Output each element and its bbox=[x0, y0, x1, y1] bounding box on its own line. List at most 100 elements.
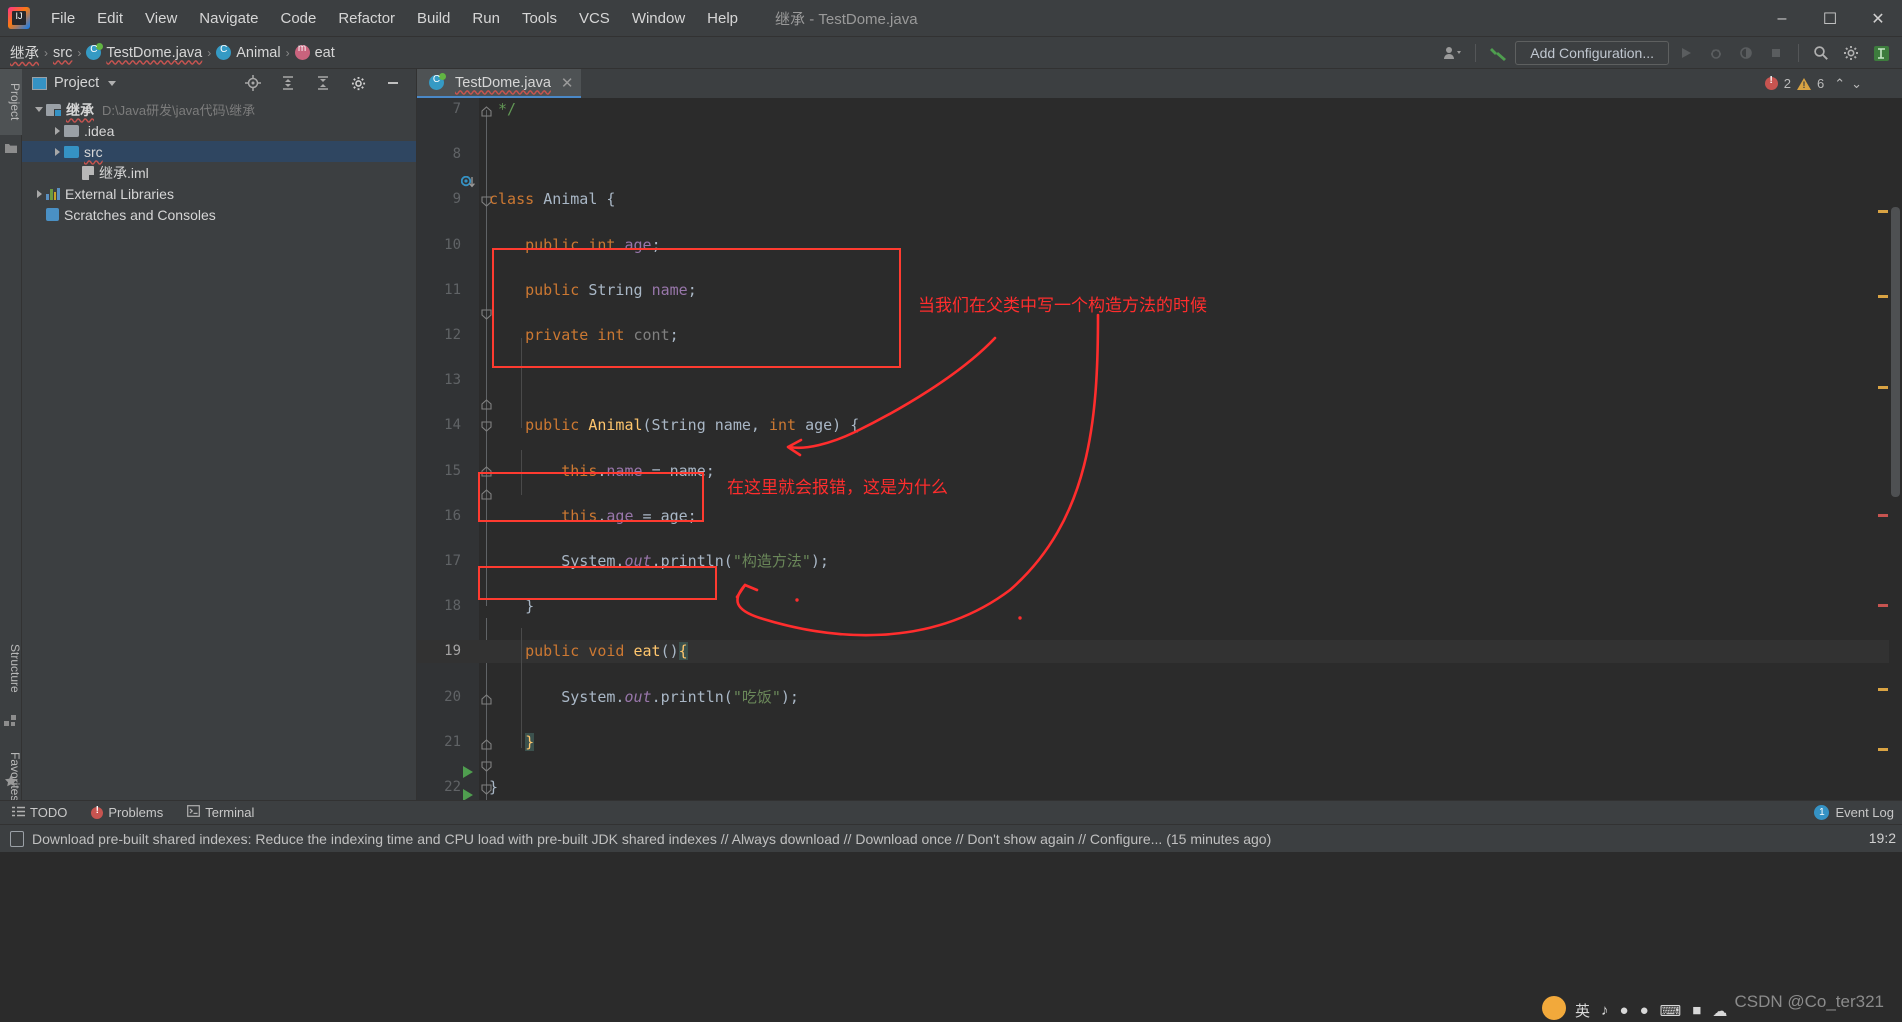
breadcrumb-item-1[interactable]: src bbox=[53, 45, 72, 61]
gear-icon[interactable] bbox=[345, 71, 371, 95]
prev-problem-icon[interactable]: ⌃ bbox=[1834, 76, 1845, 92]
error-stripe[interactable] bbox=[1878, 514, 1888, 517]
menu-item-run[interactable]: Run bbox=[461, 6, 511, 31]
window-title: 继承 - TestDome.java bbox=[775, 10, 918, 28]
menu-item-vcs[interactable]: VCS bbox=[568, 6, 621, 31]
implementation-gutter-icon[interactable] bbox=[460, 175, 475, 190]
sidebar-item-project[interactable]: Project bbox=[0, 69, 22, 135]
breadcrumb-item-2[interactable]: TestDome.java bbox=[86, 43, 202, 61]
line-number: 14 bbox=[444, 417, 461, 434]
scratches-icon bbox=[46, 208, 59, 221]
chevron-right-icon[interactable] bbox=[50, 124, 64, 138]
code-line-13[interactable]: 13 bbox=[417, 369, 1902, 392]
code-line-8[interactable]: 8 bbox=[417, 143, 1902, 166]
editor-scrollbar[interactable] bbox=[1889, 127, 1902, 800]
stop-icon[interactable] bbox=[1763, 41, 1789, 65]
line-number: 11 bbox=[444, 281, 461, 298]
code-line-19[interactable]: 19 public void eat(){ bbox=[417, 640, 1902, 663]
run-icon[interactable] bbox=[1673, 41, 1699, 65]
status-bar-message[interactable]: Download pre-built shared indexes: Reduc… bbox=[32, 831, 1271, 847]
error-stripe-2[interactable] bbox=[1878, 604, 1888, 607]
minimize-button[interactable]: – bbox=[1758, 0, 1806, 37]
line-source: } bbox=[525, 732, 535, 751]
menu-item-refactor[interactable]: Refactor bbox=[327, 6, 406, 31]
ime-key-3[interactable]: ● bbox=[1640, 1002, 1649, 1019]
chevron-right-icon[interactable] bbox=[50, 145, 64, 159]
ime-key-4[interactable]: ⌨ bbox=[1660, 1002, 1682, 1020]
menu-item-file[interactable]: File bbox=[40, 6, 86, 31]
warning-stripe-3[interactable] bbox=[1878, 386, 1888, 389]
ime-key-6[interactable]: ☁ bbox=[1712, 1002, 1727, 1020]
tool-button-problems[interactable]: Problems bbox=[79, 801, 175, 825]
code-line-21[interactable]: 21 } bbox=[417, 731, 1902, 754]
status-bar: Download pre-built shared indexes: Reduc… bbox=[0, 824, 1902, 852]
breadcrumb-separator: › bbox=[285, 45, 290, 60]
tree-item-4[interactable]: External Libraries bbox=[22, 183, 416, 204]
intellij-icon[interactable] bbox=[1868, 41, 1894, 65]
code-line-20[interactable]: 20 System.out.println("吃饭"); bbox=[417, 686, 1902, 709]
tool-button-todo[interactable]: TODO bbox=[0, 801, 79, 825]
chevron-right-icon[interactable] bbox=[32, 187, 46, 201]
sidebar-item-structure[interactable]: Structure bbox=[0, 629, 22, 707]
user-dropdown-icon[interactable] bbox=[1440, 41, 1466, 65]
hide-panel-icon[interactable] bbox=[380, 71, 406, 95]
notification-icon[interactable] bbox=[10, 830, 24, 847]
expand-all-icon[interactable] bbox=[310, 71, 336, 95]
chevron-down-icon[interactable] bbox=[108, 80, 117, 86]
warning-stripe-5[interactable] bbox=[1878, 748, 1888, 751]
sogou-icon[interactable] bbox=[1542, 996, 1566, 1020]
breadcrumb-item-4[interactable]: eat bbox=[294, 43, 335, 61]
code-line-22[interactable]: 22} bbox=[417, 776, 1902, 799]
event-count-badge: 1 bbox=[1814, 805, 1830, 820]
tree-item-path: D:\Java研发\java代码\继承 bbox=[102, 103, 256, 118]
terminal-icon bbox=[187, 805, 201, 820]
menu-item-edit[interactable]: Edit bbox=[86, 6, 134, 31]
breadcrumb-item-0[interactable]: 继承 bbox=[10, 42, 39, 63]
gear-icon[interactable] bbox=[1838, 41, 1864, 65]
close-icon[interactable]: ✕ bbox=[561, 74, 574, 92]
menu-item-window[interactable]: Window bbox=[621, 6, 696, 31]
ime-key-0[interactable]: 英 bbox=[1575, 1000, 1590, 1021]
breadcrumb-item-3[interactable]: Animal bbox=[216, 44, 281, 61]
maximize-button[interactable]: ☐ bbox=[1806, 0, 1854, 37]
warning-stripe-4[interactable] bbox=[1878, 688, 1888, 691]
locate-icon[interactable] bbox=[240, 71, 266, 95]
warning-stripe[interactable] bbox=[1878, 210, 1888, 213]
add-configuration-button[interactable]: Add Configuration... bbox=[1515, 41, 1669, 65]
code-editor[interactable]: 7 */8 9 class Animal {10 public int age; 11… bbox=[417, 98, 1902, 800]
warning-stripe-2[interactable] bbox=[1878, 295, 1888, 298]
menu-item-build[interactable]: Build bbox=[406, 6, 461, 31]
code-line-7[interactable]: 7 */ bbox=[417, 98, 1902, 121]
menu-item-navigate[interactable]: Navigate bbox=[188, 6, 269, 31]
window-controls: – ☐ ✕ bbox=[1758, 0, 1902, 37]
ime-key-5[interactable]: ■ bbox=[1692, 1002, 1701, 1019]
menu-item-help[interactable]: Help bbox=[696, 6, 749, 31]
event-log-button[interactable]: 1 Event Log bbox=[1814, 805, 1894, 820]
tree-item-0[interactable]: 继承 D:\Java研发\java代码\继承 bbox=[22, 99, 416, 120]
debug-icon[interactable] bbox=[1703, 41, 1729, 65]
menu-item-view[interactable]: View bbox=[134, 6, 188, 31]
close-button[interactable]: ✕ bbox=[1854, 0, 1902, 37]
run-gutter-icon-main[interactable] bbox=[463, 789, 473, 800]
build-hammer-icon[interactable] bbox=[1485, 41, 1511, 65]
ime-key-2[interactable]: ● bbox=[1620, 1002, 1629, 1019]
next-problem-icon[interactable]: ⌄ bbox=[1851, 76, 1862, 92]
menu-item-tools[interactable]: Tools bbox=[511, 6, 568, 31]
inspection-widget[interactable]: 2 6 ⌃ ⌄ bbox=[1764, 69, 1862, 98]
tree-item-1[interactable]: .idea bbox=[22, 120, 416, 141]
code-line-9[interactable]: 9 class Animal { bbox=[417, 188, 1902, 211]
run-gutter-icon-testdome[interactable] bbox=[463, 766, 473, 778]
collapse-all-icon[interactable] bbox=[275, 71, 301, 95]
menu-item-code[interactable]: Code bbox=[269, 6, 327, 31]
tree-item-5[interactable]: Scratches and Consoles bbox=[22, 204, 416, 225]
ime-key-1[interactable]: ♪ bbox=[1601, 1002, 1609, 1019]
tree-item-2[interactable]: src bbox=[22, 141, 416, 162]
tree-item-3[interactable]: 继承.iml bbox=[22, 162, 416, 183]
code-line-14[interactable]: 14 public Animal(String name, int age) { bbox=[417, 414, 1902, 437]
search-icon[interactable] bbox=[1808, 41, 1834, 65]
tab-testdome-java[interactable]: TestDome.java ✕ bbox=[417, 69, 582, 98]
chevron-down-icon[interactable] bbox=[32, 103, 46, 117]
ime-toolbar[interactable]: 英 ♪ ● ● ⌨ ■ ☁ bbox=[1575, 1000, 1727, 1021]
tool-button-terminal[interactable]: Terminal bbox=[175, 801, 266, 825]
coverage-icon[interactable] bbox=[1733, 41, 1759, 65]
